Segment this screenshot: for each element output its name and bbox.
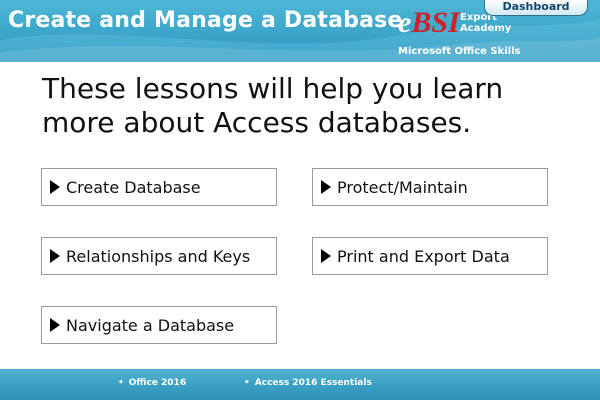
play-triangle-icon xyxy=(50,318,60,332)
lesson-button-label: Create Database xyxy=(66,177,201,197)
lesson-button-navigate-database[interactable]: Navigate a Database xyxy=(41,306,277,344)
lesson-button-relationships-keys[interactable]: Relationships and Keys xyxy=(41,237,277,275)
logo-subtitle: Microsoft Office Skills xyxy=(398,46,521,57)
header-bar: Create and Manage a Database eBSI Export… xyxy=(0,0,600,62)
intro-text: These lessons will help you learn more a… xyxy=(42,72,504,139)
lesson-button-create-database[interactable]: Create Database xyxy=(41,168,277,206)
logo-mark-e: e xyxy=(398,6,412,39)
play-triangle-icon xyxy=(50,249,60,263)
logo-mark-bsi: BSI xyxy=(411,6,460,39)
lesson-button-label: Navigate a Database xyxy=(66,315,235,335)
footer-item-access-essentials[interactable]: • Access 2016 Essentials xyxy=(244,378,372,388)
lesson-button-label: Protect/Maintain xyxy=(337,177,468,197)
bullet-icon: • xyxy=(118,378,124,388)
lesson-button-label: Relationships and Keys xyxy=(66,246,251,266)
page-title: Create and Manage a Database xyxy=(8,8,403,33)
footer-item-office-2016[interactable]: • Office 2016 xyxy=(118,378,186,388)
footer-item-label: Office 2016 xyxy=(128,378,187,388)
bullet-icon: • xyxy=(244,378,250,388)
logo-mark: eBSI xyxy=(398,8,460,38)
lesson-button-protect-maintain[interactable]: Protect/Maintain xyxy=(312,168,548,206)
footer-bar: • Office 2016 • Access 2016 Essentials xyxy=(0,369,600,400)
lesson-button-label: Print and Export Data xyxy=(337,246,510,266)
play-triangle-icon xyxy=(321,180,331,194)
logo-line-academy: Academy xyxy=(460,23,512,34)
play-triangle-icon xyxy=(321,249,331,263)
dashboard-button[interactable]: Dashboard xyxy=(484,0,588,16)
play-triangle-icon xyxy=(50,180,60,194)
footer-item-label: Access 2016 Essentials xyxy=(254,378,372,388)
lesson-button-print-export[interactable]: Print and Export Data xyxy=(312,237,548,275)
